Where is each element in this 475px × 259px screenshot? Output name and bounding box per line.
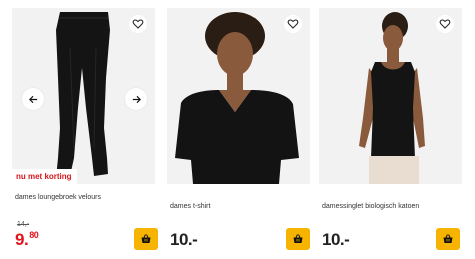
product-card[interactable]: dames t-shirt 10.-	[167, 8, 310, 259]
basket-icon	[443, 234, 453, 243]
heart-icon	[439, 19, 451, 29]
discount-badge: nu met korting	[12, 169, 77, 184]
product-name[interactable]: damessinglet biologisch katoen	[322, 203, 419, 210]
product-image[interactable]	[167, 8, 310, 184]
favorite-button[interactable]	[436, 15, 454, 33]
product-price: 9.80	[15, 230, 39, 249]
basket-icon	[293, 234, 303, 243]
next-image-button[interactable]	[125, 88, 147, 110]
favorite-button[interactable]	[284, 15, 302, 33]
arrow-right-icon	[132, 95, 141, 103]
heart-icon	[287, 19, 299, 29]
arrow-left-icon	[28, 95, 37, 103]
add-to-cart-button[interactable]	[134, 228, 158, 250]
product-photo-singlet	[319, 8, 462, 184]
product-price: 10.-	[322, 230, 350, 249]
price-main: 9.	[15, 230, 29, 249]
product-price: 10.-	[170, 230, 198, 249]
product-card[interactable]: nu met korting dames loungebroek velours…	[12, 8, 158, 259]
favorite-button[interactable]	[129, 15, 147, 33]
price-cents: 80	[29, 230, 39, 240]
basket-icon	[141, 234, 151, 243]
heart-icon	[132, 19, 144, 29]
product-photo-tshirt	[167, 8, 310, 184]
product-image[interactable]: nu met korting	[12, 8, 155, 184]
previous-image-button[interactable]	[22, 88, 44, 110]
add-to-cart-button[interactable]	[286, 228, 310, 250]
product-image[interactable]	[319, 8, 462, 184]
product-card[interactable]: damessinglet biologisch katoen 10.-	[319, 8, 462, 259]
old-price: 14,-	[17, 221, 30, 228]
product-name[interactable]: dames loungebroek velours	[15, 194, 101, 201]
add-to-cart-button[interactable]	[436, 228, 460, 250]
product-name[interactable]: dames t-shirt	[170, 203, 210, 210]
